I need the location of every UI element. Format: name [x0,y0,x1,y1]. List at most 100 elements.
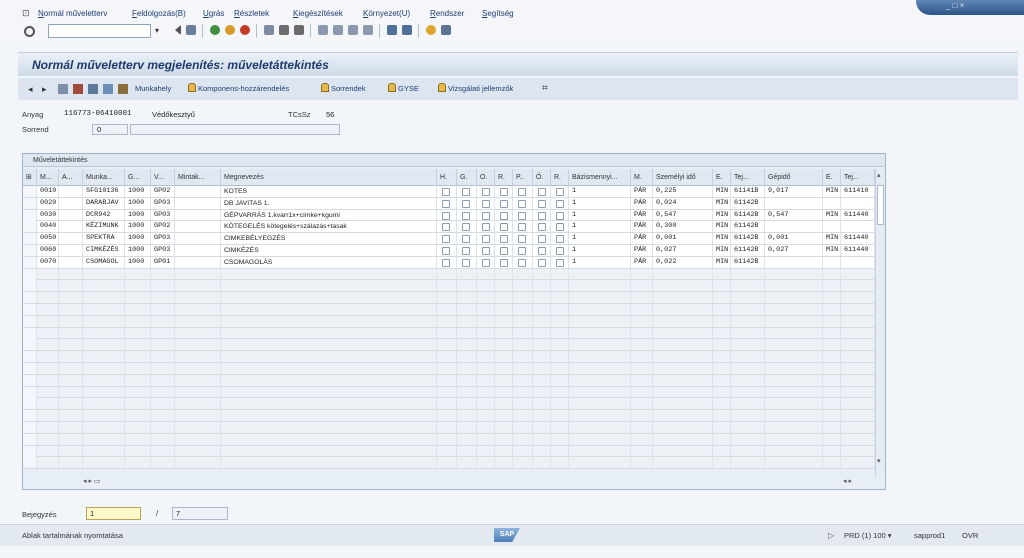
row-selector[interactable] [23,398,37,410]
layout-menu-icon[interactable] [441,25,451,35]
column-header[interactable]: Tej... [731,169,765,186]
row-selector[interactable] [23,339,37,351]
hierarchy-icon[interactable] [58,84,68,94]
last-page-icon[interactable] [363,25,373,35]
checkbox[interactable] [518,258,526,267]
checkbox[interactable] [482,199,490,208]
table-row[interactable] [23,351,875,363]
first-page-icon[interactable] [318,25,328,35]
sorrend-field[interactable]: 0 [92,124,128,135]
row-selector[interactable] [23,209,37,221]
checkbox[interactable] [442,258,450,267]
menu-feldolgozas[interactable]: Feldolgozás(B) [132,9,186,18]
table-row[interactable] [23,421,875,434]
checkbox[interactable] [556,211,564,220]
table-row[interactable] [23,292,875,304]
row-selector[interactable] [23,386,37,398]
table-row[interactable]: 0010 SFG10136 1000 GP02 KOTES 1 PÁR 0,225 MIN 611… [23,186,875,198]
checkbox[interactable] [462,258,470,267]
table-row[interactable] [23,315,875,328]
table-row[interactable]: 0020 DARABJAV 1000 GP03 DB JAVITAS 1. 1 PÁR 0,0… [23,197,875,210]
column-header[interactable]: Bázismennyi... [569,169,631,186]
checkbox[interactable] [442,246,450,255]
checkbox[interactable] [538,223,546,232]
column-header[interactable]: Mintak... [175,169,221,186]
menu-rendszer[interactable]: Rendszer [430,9,464,18]
column-header[interactable]: E. [713,169,731,186]
table-row[interactable] [23,303,875,316]
checkbox[interactable] [462,223,470,232]
column-header[interactable]: G. [457,169,477,186]
row-selector[interactable] [23,233,37,245]
row-selector[interactable] [23,362,37,374]
checkbox[interactable] [500,235,508,244]
row-selector[interactable] [23,303,37,315]
scrollbar-thumb[interactable] [877,185,884,225]
table-row[interactable] [23,339,875,352]
column-header[interactable]: A... [59,169,83,186]
vizsgalati-jellemzok-button[interactable]: Vizsgálati jellemzők [438,83,513,95]
find-next-icon[interactable] [294,25,304,35]
new-session-icon[interactable] [387,25,397,35]
table-row[interactable]: 0070 CSOMAGOL 1000 GP01 CSOMAGOLÁS 1 PÁR 0,022 M… [23,256,875,269]
column-header[interactable]: Tej... [841,169,875,186]
column-header[interactable]: Személyi idő [653,169,713,186]
checkbox[interactable] [538,235,546,244]
details-icon[interactable] [73,84,83,94]
back-icon[interactable] [210,25,220,35]
window-controls[interactable]: _ □ × [916,0,1024,15]
checkbox[interactable] [556,199,564,208]
column-header[interactable]: Ö. [533,169,551,186]
system-info[interactable]: PRD (1) 100 ▾ [844,531,892,540]
row-selector[interactable] [23,410,37,422]
checkbox[interactable] [556,246,564,255]
sorrendek-button[interactable]: Sorrendek [321,83,366,95]
table-row[interactable] [23,268,875,281]
komponens-hozzarendeles-button[interactable]: Komponens-hozzárendelés [188,83,289,95]
insert-mode[interactable]: OVR [962,531,978,540]
table-row[interactable] [23,386,875,399]
table-row[interactable]: 0050 SPEKTRA 1000 GP03 CIMKEBÉLYEGZÉS 1 PÁR 0,0… [23,233,875,245]
checkbox[interactable] [500,223,508,232]
row-selector[interactable] [23,256,37,268]
structure-icon[interactable]: ⌗ [542,84,548,94]
window-control-glyphs[interactable]: _ □ × [946,1,964,10]
column-header[interactable]: V... [151,169,175,186]
row-selector[interactable] [23,268,37,280]
column-header[interactable]: M. [631,169,653,186]
find-icon[interactable] [279,25,289,35]
checkbox[interactable] [538,246,546,255]
checkbox[interactable] [482,235,490,244]
column-header[interactable]: G... [125,169,151,186]
cancel-icon[interactable] [240,25,250,35]
checkbox[interactable] [442,235,450,244]
checkbox[interactable] [538,188,546,196]
column-header[interactable]: Megnevezés [221,169,437,186]
column-header[interactable]: R. [551,169,569,186]
help-icon[interactable] [426,25,436,35]
column-header[interactable]: Munka... [83,169,125,186]
column-header[interactable]: H. [437,169,457,186]
column-header[interactable]: O. [477,169,495,186]
menu-ugras[interactable]: Ugrás [203,9,224,18]
checkbox[interactable] [518,211,526,220]
menu-kiegeszitesek[interactable]: Kiegészítések [293,9,343,18]
table-row[interactable] [23,327,875,340]
row-selector[interactable] [23,197,37,209]
status-toggle-icon[interactable]: ▷ [828,531,834,540]
vertical-scrollbar[interactable]: ▴ ▾ [875,169,885,476]
save-icon[interactable] [186,25,196,35]
bejegyzes-input[interactable]: 1 [86,507,141,520]
row-selector[interactable] [23,221,37,233]
checkbox[interactable] [482,188,490,196]
checkbox[interactable] [442,188,450,196]
menu-segitseg[interactable]: Segítség [482,9,514,18]
previous-icon[interactable]: ◂ [28,84,33,94]
row-selector[interactable] [23,433,37,445]
row-selector[interactable] [23,351,37,363]
column-header[interactable]: E. [823,169,841,186]
row-selector[interactable] [23,327,37,339]
checkbox[interactable] [556,223,564,232]
table-row[interactable] [23,362,875,375]
horizontal-scroll-right[interactable]: ◂ ▸ [843,476,873,488]
